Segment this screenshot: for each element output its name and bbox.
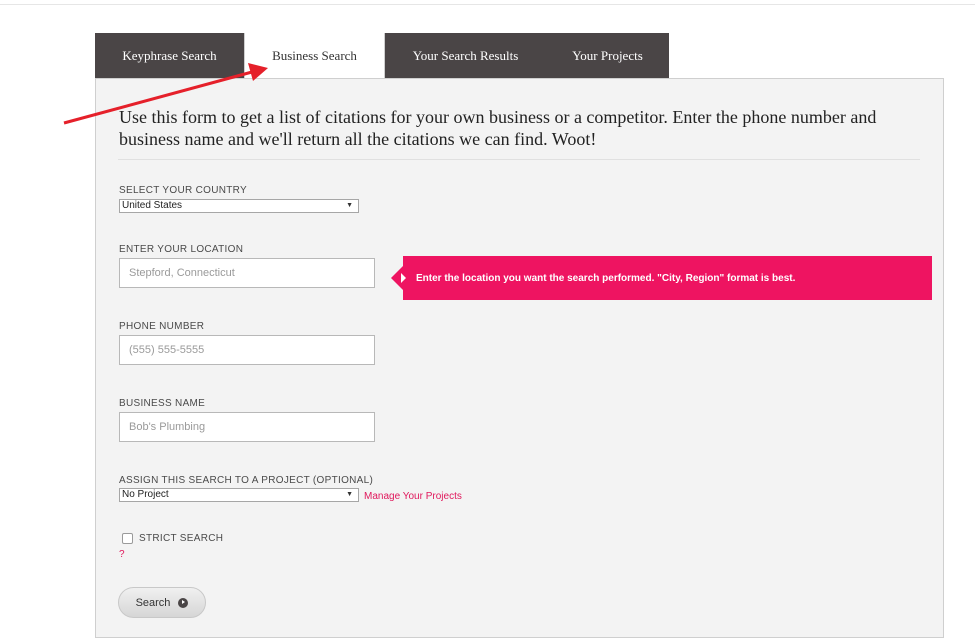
business-search-panel: Use this form to get a list of citations…: [95, 78, 944, 638]
dropdown-arrow-icon: ▼: [346, 202, 353, 209]
country-select-value: United States: [122, 200, 183, 211]
intro-text: Use this form to get a list of citations…: [119, 107, 877, 149]
search-button[interactable]: Search: [118, 587, 206, 618]
business-name-label: BUSINESS NAME: [119, 398, 206, 409]
strict-search-checkbox[interactable]: [122, 533, 133, 544]
location-tooltip-text: Enter the location you want the search p…: [416, 272, 796, 284]
tab-your-projects[interactable]: Your Projects: [546, 33, 669, 78]
dropdown-arrow-icon: ▼: [346, 491, 353, 498]
tab-bar: Keyphrase Search Business Search Your Se…: [95, 33, 669, 79]
project-label: ASSIGN THIS SEARCH TO A PROJECT (OPTIONA…: [119, 475, 374, 486]
tab-business-search[interactable]: Business Search: [244, 33, 385, 79]
strict-search-label: STRICT SEARCH: [139, 533, 224, 544]
tooltip-notch-icon: [401, 273, 406, 283]
search-button-label: Search: [135, 596, 171, 609]
location-tooltip: Enter the location you want the search p…: [391, 256, 932, 300]
phone-label: PHONE NUMBER: [119, 321, 205, 332]
country-label: SELECT YOUR COUNTRY: [119, 185, 247, 196]
strict-search-help-link[interactable]: ?: [119, 549, 125, 560]
phone-input[interactable]: [119, 335, 375, 365]
manage-projects-link[interactable]: Manage Your Projects: [364, 491, 462, 502]
project-select[interactable]: No Project ▼: [119, 488, 359, 502]
tab-keyphrase-search[interactable]: Keyphrase Search: [95, 33, 244, 78]
business-name-input[interactable]: [119, 412, 375, 442]
country-select[interactable]: United States ▼: [119, 199, 359, 213]
tab-your-search-results[interactable]: Your Search Results: [385, 33, 546, 78]
section-divider: [118, 159, 920, 160]
location-label: ENTER YOUR LOCATION: [119, 244, 244, 255]
top-divider: [0, 4, 975, 5]
project-select-value: No Project: [122, 489, 169, 500]
location-input[interactable]: [119, 258, 375, 288]
arrow-circle-icon: [178, 597, 189, 608]
